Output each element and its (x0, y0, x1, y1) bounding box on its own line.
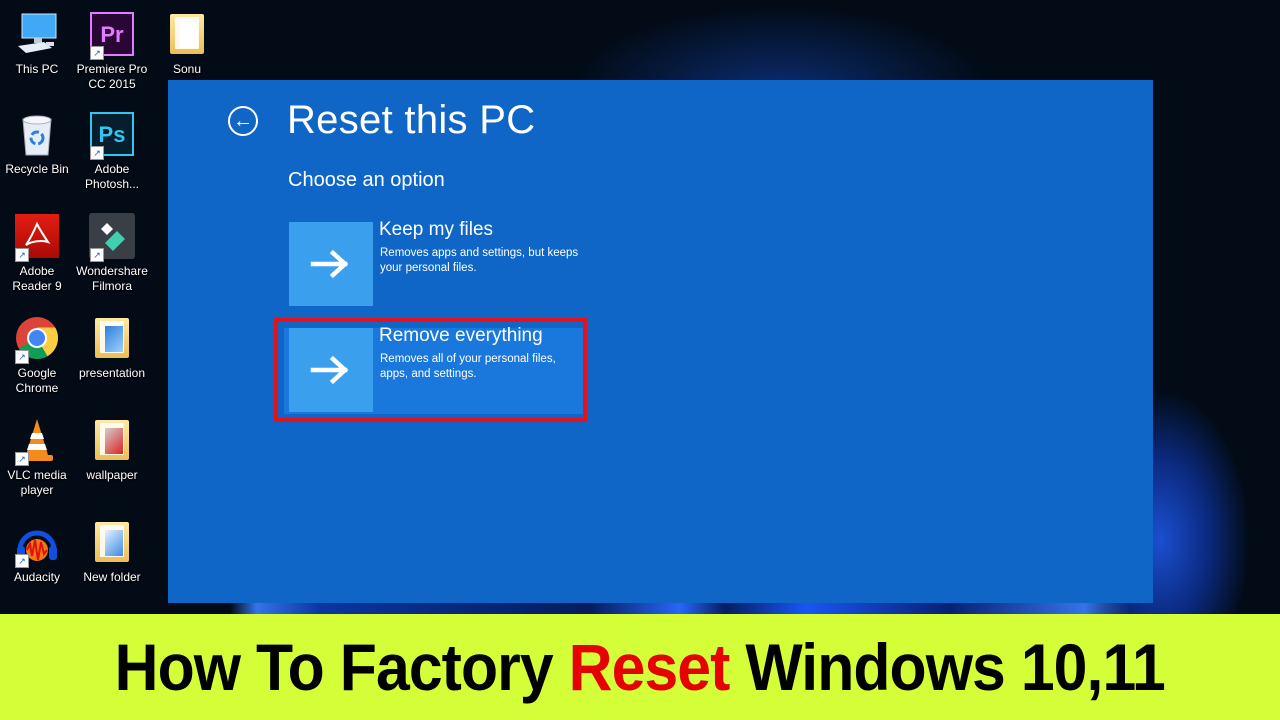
desktop-icon-sonu[interactable]: Sonu (150, 10, 224, 77)
recycle-bin-icon (13, 110, 61, 158)
icon-label: Recycle Bin (5, 162, 69, 176)
folder-icon (88, 314, 136, 362)
desktop-icon-premiere-pro[interactable]: Pr ↗ Premiere Pro CC 2015 (75, 10, 149, 92)
option-tile (289, 222, 373, 306)
filmora-icon: ↗ (88, 212, 136, 262)
desktop-icon-vlc[interactable]: ↗ VLC media player (0, 416, 74, 498)
desktop-icon-presentation[interactable]: presentation (75, 314, 149, 381)
option-keep-my-files[interactable]: Keep my files Removes apps and settings,… (289, 219, 589, 306)
icon-label: Premiere Pro CC 2015 (76, 62, 148, 91)
icon-label: Adobe Reader 9 (12, 264, 62, 293)
chrome-icon: ↗ (13, 314, 61, 364)
icon-label: Wondershare Filmora (76, 264, 148, 293)
folder-icon (88, 518, 136, 566)
banner-text-after: Windows 10,11 (729, 630, 1166, 704)
desktop-icon-recycle-bin[interactable]: Recycle Bin (0, 110, 74, 177)
option-title: Keep my files (379, 219, 494, 240)
shortcut-arrow-icon: ↗ (90, 146, 104, 160)
desktop-icon-filmora[interactable]: ↗ Wondershare Filmora (75, 212, 149, 294)
adobe-reader-icon: ↗ (13, 212, 61, 262)
back-button[interactable]: ← (228, 106, 258, 136)
desktop-icon-adobe-reader[interactable]: ↗ Adobe Reader 9 (0, 212, 74, 294)
folder-icon (88, 416, 136, 464)
back-arrow-icon: ← (233, 110, 253, 132)
arrow-right-icon (310, 249, 349, 279)
icon-label: Audacity (13, 570, 61, 584)
desktop-icon-this-pc[interactable]: This PC (0, 10, 74, 77)
icon-label: Sonu (172, 62, 202, 76)
icon-label: Adobe Photosh... (84, 162, 140, 191)
shortcut-arrow-icon: ↗ (90, 248, 104, 262)
desktop-icon-audacity[interactable]: ↗ Audacity (0, 518, 74, 585)
desktop-icon-photoshop[interactable]: Ps ↗ Adobe Photosh... (75, 110, 149, 192)
icon-label: presentation (78, 366, 146, 380)
banner-text-accent: Reset (568, 630, 731, 704)
shortcut-arrow-icon: ↗ (15, 248, 29, 262)
this-pc-icon (13, 10, 61, 58)
icon-label: VLC media player (7, 468, 67, 497)
page-title: Reset this PC (287, 98, 536, 142)
desktop-icon-wallpaper[interactable]: wallpaper (75, 416, 149, 483)
icon-label: This PC (15, 62, 59, 76)
photoshop-icon: Ps ↗ (88, 110, 136, 160)
subtitle: Choose an option (288, 169, 445, 191)
shortcut-arrow-icon: ↗ (15, 452, 29, 466)
desktop-icon-new-folder[interactable]: New folder (75, 518, 149, 585)
banner-text-before: How To Factory (114, 630, 569, 704)
reset-this-pc-window: ← Reset this PC Choose an option Keep my… (168, 80, 1153, 603)
shortcut-arrow-icon: ↗ (15, 350, 29, 364)
highlight-box (274, 318, 587, 422)
premiere-pro-icon: Pr ↗ (88, 10, 136, 60)
shortcut-arrow-icon: ↗ (90, 46, 104, 60)
vlc-icon: ↗ (13, 416, 61, 466)
title-banner: How To Factory Reset Windows 10,11 (0, 614, 1280, 720)
icon-label: wallpaper (86, 468, 138, 482)
desktop-icon-google-chrome[interactable]: ↗ Google Chrome (0, 314, 74, 396)
icon-label: New folder (83, 570, 141, 584)
audacity-icon: ↗ (13, 518, 61, 568)
folder-icon (163, 10, 211, 58)
icon-label: Google Chrome (15, 366, 59, 395)
banner-title: How To Factory Reset Windows 10,11 (114, 629, 1166, 705)
shortcut-arrow-icon: ↗ (15, 554, 29, 568)
option-description: Removes apps and settings, but keeps you… (380, 247, 579, 274)
